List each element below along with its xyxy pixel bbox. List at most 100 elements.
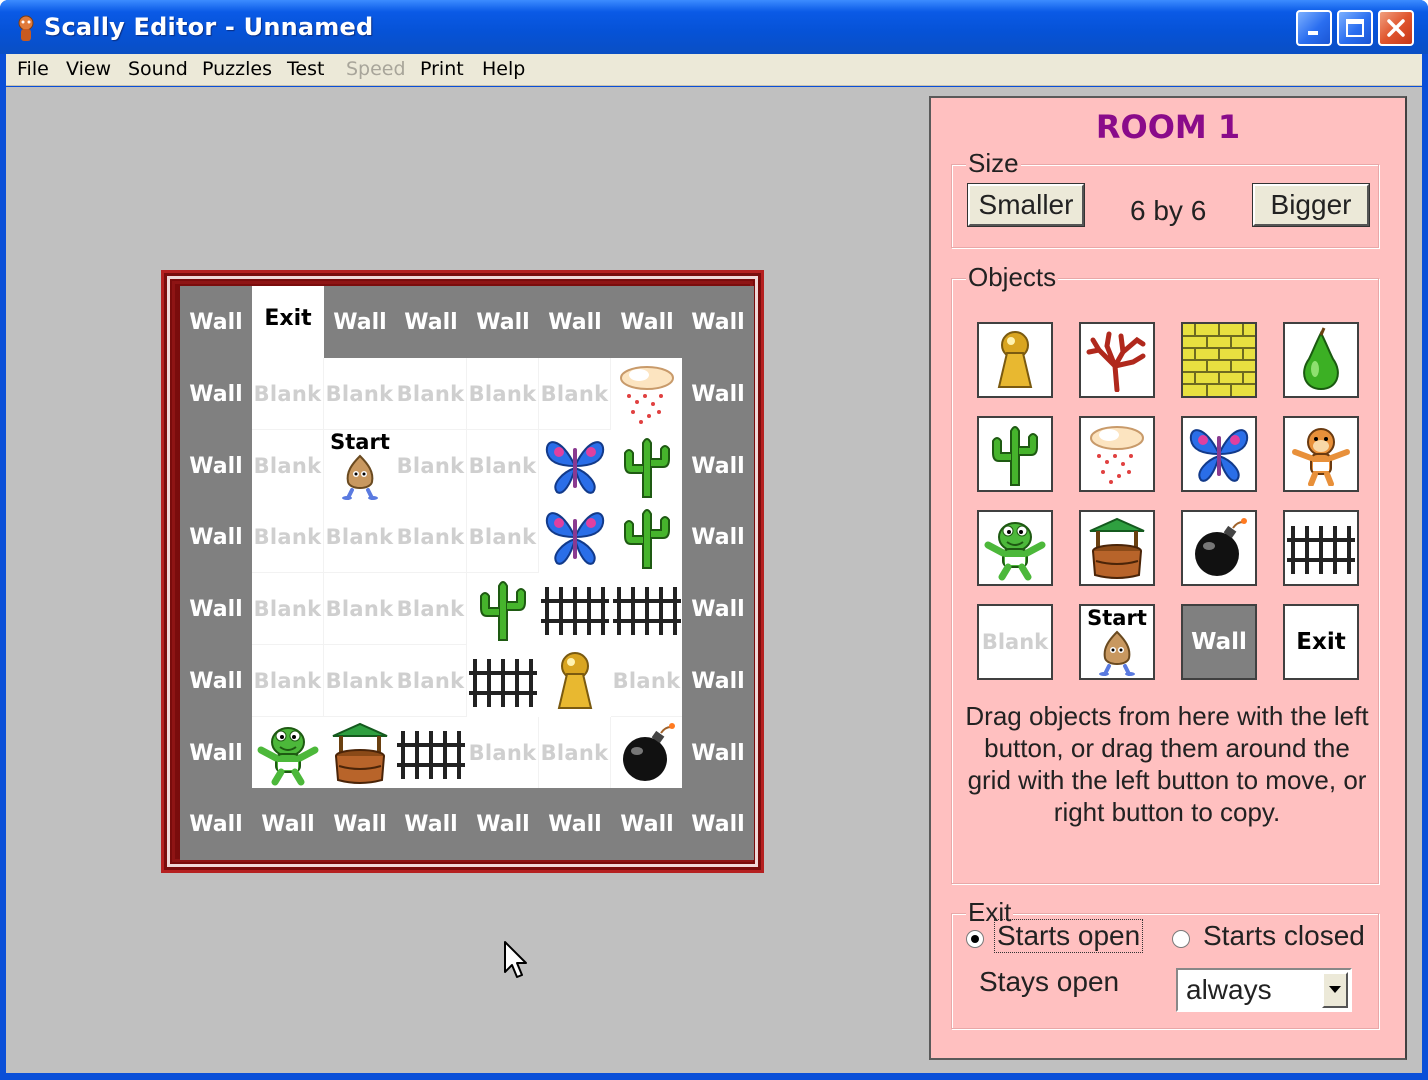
well-tile[interactable]: [1079, 510, 1155, 586]
keyhole-tile[interactable]: [977, 322, 1053, 398]
wall-cell[interactable]: Wall: [682, 358, 754, 430]
exit-tile[interactable]: Exit: [1283, 604, 1359, 680]
blank-cell[interactable]: Blank: [324, 573, 396, 645]
cactus-tile[interactable]: [977, 416, 1053, 492]
fence-cell[interactable]: [395, 717, 467, 789]
wall-cell[interactable]: Wall: [324, 286, 396, 358]
smaller-button[interactable]: Smaller: [967, 183, 1085, 227]
blank-cell[interactable]: Blank: [252, 430, 324, 502]
wall-cell[interactable]: Wall: [682, 717, 754, 789]
fence-cell[interactable]: [539, 573, 611, 645]
dropdown-button[interactable]: [1322, 972, 1348, 1008]
blank-cell[interactable]: Blank: [324, 501, 396, 573]
wall-cell[interactable]: Wall: [682, 430, 754, 502]
well-cell[interactable]: [324, 717, 396, 789]
butterfly-cell[interactable]: [539, 430, 611, 502]
pear-tile[interactable]: [1283, 322, 1359, 398]
blank-cell[interactable]: Blank: [395, 501, 467, 573]
starts-open-radio[interactable]: [966, 930, 984, 948]
wall-cell[interactable]: Wall: [180, 430, 252, 502]
cactus-cell[interactable]: [611, 430, 683, 502]
blank-cell[interactable]: Blank: [395, 358, 467, 430]
blank-cell[interactable]: Blank: [252, 501, 324, 573]
wall-cell[interactable]: Wall: [611, 286, 683, 358]
frog-cell[interactable]: [252, 717, 324, 789]
fence-tile[interactable]: [1283, 510, 1359, 586]
brick-wall-tile[interactable]: [1181, 322, 1257, 398]
wall-cell[interactable]: Wall: [180, 501, 252, 573]
blank-cell[interactable]: Blank: [252, 358, 324, 430]
blank-cell[interactable]: Blank: [324, 645, 396, 717]
wall-cell[interactable]: Wall: [682, 788, 754, 860]
wall-cell[interactable]: Wall: [324, 788, 396, 860]
bigger-button[interactable]: Bigger: [1252, 183, 1370, 227]
wall-tile[interactable]: Wall: [1181, 604, 1257, 680]
wall-cell[interactable]: Wall: [180, 788, 252, 860]
fence-cell[interactable]: [467, 645, 539, 717]
blank-cell[interactable]: Blank: [395, 645, 467, 717]
keyhole-cell[interactable]: [539, 645, 611, 717]
blank-cell[interactable]: Blank: [467, 501, 539, 573]
wall-cell[interactable]: Wall: [252, 788, 324, 860]
blank-cell[interactable]: Blank: [467, 717, 539, 789]
monkey-tile[interactable]: [1283, 416, 1359, 492]
wall-cell[interactable]: Wall: [682, 645, 754, 717]
start-cell[interactable]: Start: [324, 430, 396, 502]
wall-cell[interactable]: Wall: [395, 286, 467, 358]
blank-cell[interactable]: Blank: [395, 573, 467, 645]
rain-cloud-tile[interactable]: [1079, 416, 1155, 492]
blank-cell[interactable]: Blank: [324, 358, 396, 430]
menu-test[interactable]: Test: [287, 58, 324, 80]
blank-cell[interactable]: Blank: [252, 645, 324, 717]
wall-cell[interactable]: Wall: [539, 788, 611, 860]
blank-cell[interactable]: Blank: [539, 717, 611, 789]
starts-closed-label[interactable]: Starts closed: [1203, 920, 1365, 952]
wall-cell[interactable]: Wall: [682, 573, 754, 645]
stays-open-select[interactable]: always: [1176, 968, 1352, 1012]
close-button[interactable]: [1378, 10, 1414, 46]
menu-help[interactable]: Help: [482, 58, 525, 80]
menu-puzzles[interactable]: Puzzles: [202, 58, 272, 80]
wall-cell[interactable]: Wall: [395, 788, 467, 860]
starts-open-label[interactable]: Starts open: [993, 919, 1144, 953]
blank-cell[interactable]: Blank: [539, 358, 611, 430]
frog-tile[interactable]: [977, 510, 1053, 586]
blank-cell[interactable]: Blank: [467, 358, 539, 430]
wall-cell[interactable]: Wall: [467, 286, 539, 358]
wall-cell[interactable]: Wall: [539, 286, 611, 358]
room-grid[interactable]: Wall Exit Wall Wall Wall Wall Wall Wall Wall Blan…: [180, 286, 754, 860]
wall-cell[interactable]: Wall: [467, 788, 539, 860]
bomb-cell[interactable]: [611, 717, 683, 789]
menu-sound[interactable]: Sound: [128, 58, 188, 80]
blank-cell[interactable]: Blank: [252, 573, 324, 645]
blank-cell[interactable]: Blank: [611, 645, 683, 717]
start-tile[interactable]: Start: [1079, 604, 1155, 680]
wall-cell[interactable]: Wall: [611, 788, 683, 860]
wall-cell[interactable]: Wall: [682, 501, 754, 573]
wall-cell[interactable]: Wall: [682, 286, 754, 358]
wall-cell[interactable]: Wall: [180, 645, 252, 717]
minimize-button[interactable]: [1296, 10, 1332, 46]
wall-cell[interactable]: Wall: [180, 573, 252, 645]
exit-cell[interactable]: Exit: [252, 286, 324, 358]
cactus-cell[interactable]: [467, 573, 539, 645]
starts-closed-radio[interactable]: [1172, 930, 1190, 948]
rain-cloud-cell[interactable]: [611, 358, 683, 430]
fence-cell[interactable]: [611, 573, 683, 645]
wall-cell[interactable]: Wall: [180, 286, 252, 358]
title-bar[interactable]: Scally Editor - Unnamed: [0, 0, 1428, 54]
butterfly-tile[interactable]: [1181, 416, 1257, 492]
menu-file[interactable]: File: [17, 58, 49, 80]
blank-cell[interactable]: Blank: [395, 430, 467, 502]
wall-cell[interactable]: Wall: [180, 358, 252, 430]
menu-view[interactable]: View: [66, 58, 111, 80]
tree-tile[interactable]: [1079, 322, 1155, 398]
menu-print[interactable]: Print: [420, 58, 464, 80]
maximize-button[interactable]: [1337, 10, 1373, 46]
blank-cell[interactable]: Blank: [467, 430, 539, 502]
blank-tile[interactable]: Blank: [977, 604, 1053, 680]
cactus-cell[interactable]: [611, 501, 683, 573]
butterfly-cell[interactable]: [539, 501, 611, 573]
wall-cell[interactable]: Wall: [180, 717, 252, 789]
bomb-tile[interactable]: [1181, 510, 1257, 586]
